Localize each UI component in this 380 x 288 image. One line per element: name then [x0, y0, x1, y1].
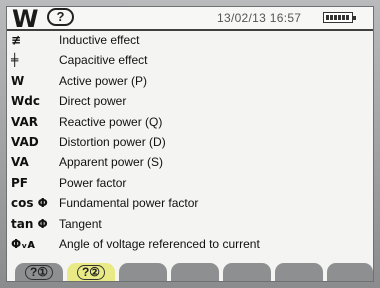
help-symbol-list: ≢ Inductive effect ╪ Capacitive effect W Ac… [7, 31, 373, 255]
list-item: ≢ Inductive effect [7, 31, 373, 51]
list-item-label: Reactive power (Q) [59, 114, 163, 129]
reactive-power-symbol: VAR [11, 114, 38, 129]
list-item-label: Fundamental power factor [59, 196, 199, 211]
tab-empty-7[interactable] [327, 263, 373, 281]
list-item: cos Φ Fundamental power factor [7, 194, 373, 214]
tab-empty-4[interactable] [171, 263, 219, 281]
list-item-label: Distortion power (D) [59, 134, 166, 149]
cos-phi-symbol: cos Φ [11, 196, 48, 211]
list-item: VA Apparent power (S) [7, 153, 373, 173]
distortion-power-symbol: VAD [11, 134, 39, 149]
phase-angle-symbol: Φᵥᴀ [11, 236, 36, 251]
tab-empty-6[interactable] [275, 263, 323, 281]
power-factor-symbol: PF [11, 175, 28, 190]
active-power-symbol: W [11, 73, 25, 88]
help-icon[interactable]: ? [47, 8, 74, 26]
capacitive-effect-icon: ╪ [11, 53, 19, 68]
list-item: ╪ Capacitive effect [7, 51, 373, 71]
list-item: Φᵥᴀ Angle of voltage referenced to curren… [7, 235, 373, 255]
list-item-label: Apparent power (S) [59, 155, 164, 170]
list-item-label: Angle of voltage referenced to current [59, 236, 260, 251]
function-tabs: ?① ?② [7, 261, 373, 281]
tab-help-page-1-label: ?① [24, 265, 54, 280]
tab-help-page-1[interactable]: ?① [15, 263, 63, 281]
battery-level [326, 15, 350, 20]
list-item: VAR Reactive power (Q) [7, 113, 373, 133]
list-item: PF Power factor [7, 174, 373, 194]
list-item-label: Direct power [59, 94, 127, 109]
apparent-power-symbol: VA [11, 155, 29, 170]
tan-phi-symbol: tan Φ [11, 216, 48, 231]
list-item-label: Active power (P) [59, 73, 148, 88]
battery-icon [323, 12, 356, 23]
tab-help-page-2-label: ?② [76, 265, 106, 280]
direct-power-symbol: Wdc [11, 94, 40, 109]
device-frame: W ? 13/02/13 16:57 ≢ Inductive effect ╪ Ca… [0, 0, 380, 288]
tab-empty-5[interactable] [223, 263, 271, 281]
list-item: VAD Distortion power (D) [7, 133, 373, 153]
list-item-label: Capacitive effect [59, 53, 148, 68]
list-item: W Active power (P) [7, 72, 373, 92]
tab-empty-3[interactable] [119, 263, 167, 281]
power-mode-icon: W [12, 6, 39, 33]
tab-help-page-2[interactable]: ?② [67, 263, 115, 281]
list-item: Wdc Direct power [7, 92, 373, 112]
inductive-effect-icon: ≢ [11, 33, 22, 47]
screen: W ? 13/02/13 16:57 ≢ Inductive effect ╪ Ca… [6, 6, 374, 282]
list-item-label: Power factor [59, 175, 127, 190]
list-item-label: Tangent [59, 216, 102, 231]
date-time: 13/02/13 16:57 [217, 11, 302, 25]
status-bar: W ? 13/02/13 16:57 [7, 6, 373, 33]
list-item: tan Φ Tangent [7, 215, 373, 235]
list-item-label: Inductive effect [59, 33, 140, 47]
